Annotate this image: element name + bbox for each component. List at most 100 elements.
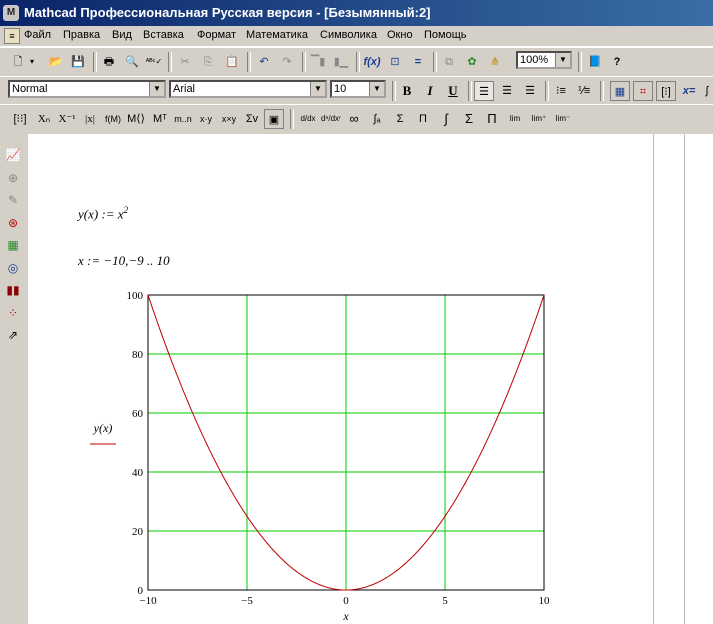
print-icon[interactable]: 🖶 — [99, 52, 119, 72]
bold-icon[interactable]: B — [397, 81, 417, 101]
right-limit-icon[interactable]: lim⁺ — [529, 109, 549, 129]
function-definition[interactable]: y(x) := x2 — [78, 205, 128, 222]
range-sum-icon[interactable]: Σ — [459, 109, 479, 129]
zoom-plot-icon[interactable]: ⊕ — [4, 169, 22, 187]
column-icon[interactable]: M⟨⟩ — [126, 109, 146, 129]
x-tick-label: 0 — [343, 595, 349, 607]
calculus-toolbar-icon[interactable]: ∫ — [701, 81, 713, 101]
range-product-icon[interactable]: Π — [482, 109, 502, 129]
chevron-down-icon[interactable]: ▼ — [149, 82, 164, 96]
menu-format[interactable]: Формат — [197, 29, 236, 41]
insert-unit-icon[interactable]: ⊡ — [385, 52, 405, 72]
new-document-icon[interactable]: 🗋 — [8, 52, 28, 72]
menu-symbolics[interactable]: Символика — [320, 29, 377, 41]
trace-plot-icon[interactable]: ✎ — [4, 191, 22, 209]
matrix-calculus-toolbar: [⁝⁝] Xₙ X⁻¹ |x| f(M) M⟨⟩ Mᵀ m..n x·y x×y… — [0, 104, 713, 136]
menu-help[interactable]: Помощь — [424, 29, 467, 41]
mathcad-app-icon[interactable]: M — [3, 5, 19, 21]
matrix-toolbar-icon[interactable]: [⁝] — [656, 81, 676, 101]
document-icon[interactable]: ≡ — [4, 28, 20, 44]
font-size-value: 10 — [334, 83, 347, 95]
range-icon[interactable]: m..n — [173, 109, 193, 129]
cut-icon[interactable]: ✂ — [175, 52, 195, 72]
infinity-icon[interactable]: ∞ — [344, 109, 364, 129]
chevron-down-icon[interactable]: ▼ — [369, 82, 384, 96]
vector-sum-icon[interactable]: Σv — [242, 109, 262, 129]
abs-icon[interactable]: |x| — [80, 109, 100, 129]
new-dropdown-icon[interactable]: ▾ — [27, 52, 37, 72]
derivative-icon[interactable]: d/dx — [298, 109, 318, 129]
indefinite-integral-icon[interactable]: ∫ — [436, 109, 456, 129]
x-tick-label: −10 — [139, 595, 157, 607]
left-limit-icon[interactable]: lim⁻ — [553, 109, 573, 129]
inverse-icon[interactable]: X⁻¹ — [57, 109, 77, 129]
resource-center-icon[interactable]: ✿ — [462, 52, 482, 72]
save-icon[interactable]: 💾 — [68, 52, 88, 72]
help-icon[interactable]: ? — [607, 52, 627, 72]
evaluation-toolbar-icon[interactable]: x= — [679, 81, 699, 101]
menu-view[interactable]: Вид — [112, 29, 132, 41]
summation-icon[interactable]: Σ — [390, 109, 410, 129]
subscript-icon[interactable]: Xₙ — [34, 109, 54, 129]
data-point — [305, 577, 307, 579]
menu-edit[interactable]: Правка — [63, 29, 100, 41]
limit-icon[interactable]: lim — [505, 109, 525, 129]
matrix-icon[interactable]: [⁝⁝] — [10, 109, 30, 129]
print-preview-icon[interactable]: 🔍 — [122, 52, 142, 72]
menu-window[interactable]: Окно — [387, 29, 413, 41]
worksheet[interactable]: y(x) := x2 x := −10,−9 .. 10 0 20 40 60 80 10… — [28, 134, 713, 624]
transpose-icon[interactable]: Mᵀ — [150, 109, 170, 129]
paste-icon[interactable]: 📋 — [222, 52, 242, 72]
font-size-select[interactable]: 10 ▼ — [330, 80, 386, 98]
copy-icon[interactable]: ⎘ — [198, 52, 218, 72]
menu-file[interactable]: Файл — [24, 29, 51, 41]
align-bottom-icon[interactable]: ▮▁ — [331, 52, 351, 72]
x-axis-label: x — [342, 609, 349, 623]
spellcheck-icon[interactable]: ᴬᴮᶜ✓ — [144, 52, 164, 72]
polar-plot-icon[interactable]: ⊛ — [4, 214, 22, 232]
chevron-down-icon[interactable]: ▼ — [555, 53, 570, 67]
picture-icon[interactable]: ▣ — [264, 109, 284, 129]
y-tick-label: 40 — [132, 467, 144, 479]
graph-toolbar-icon[interactable]: ⌗ — [633, 81, 653, 101]
calculate-icon[interactable]: = — [408, 52, 428, 72]
scatter-plot-icon[interactable]: ⁘ — [4, 304, 22, 322]
vector-field-icon[interactable]: ⇗ — [4, 326, 22, 344]
undo-icon[interactable]: ↶ — [254, 52, 274, 72]
align-left-icon[interactable]: ☰ — [474, 81, 494, 101]
calculator-toolbar-icon[interactable]: ▦ — [610, 81, 630, 101]
bar-plot-icon[interactable]: ▮▮ — [4, 281, 22, 299]
insert-component-icon[interactable]: ⧉ — [439, 52, 459, 72]
underline-icon[interactable]: U — [443, 81, 463, 101]
data-point — [325, 586, 327, 588]
italic-icon[interactable]: I — [420, 81, 440, 101]
zoom-select[interactable]: 100% ▼ — [516, 51, 572, 69]
nth-derivative-icon[interactable]: dⁿ/dxⁿ — [321, 109, 341, 129]
xy-plot-icon[interactable]: 📈 — [4, 146, 22, 164]
data-point — [345, 589, 347, 591]
chevron-down-icon[interactable]: ▼ — [310, 82, 325, 96]
product-icon[interactable]: Π — [413, 109, 433, 129]
tree-icon[interactable]: ⋔ — [485, 52, 505, 72]
open-icon[interactable]: 📂 — [46, 52, 66, 72]
surface-plot-icon[interactable]: ▦ — [4, 236, 22, 254]
align-center-icon[interactable]: ☰ — [497, 81, 517, 101]
numbered-list-icon[interactable]: ⅟≡ — [574, 81, 594, 101]
cross-product-icon[interactable]: x×y — [219, 109, 239, 129]
dot-product-icon[interactable]: x·y — [196, 109, 216, 129]
menu-insert[interactable]: Вставка — [143, 29, 184, 41]
contour-plot-icon[interactable]: ◎ — [4, 259, 22, 277]
align-top-icon[interactable]: ▔▮ — [308, 52, 328, 72]
menu-math[interactable]: Математика — [246, 29, 308, 41]
bullet-list-icon[interactable]: ⁝≡ — [551, 81, 571, 101]
redo-icon[interactable]: ↷ — [277, 52, 297, 72]
insert-function-icon[interactable]: f(x) — [362, 52, 382, 72]
definite-integral-icon[interactable]: ∫ₐ — [367, 109, 387, 129]
style-select[interactable]: Normal ▼ — [8, 80, 166, 98]
align-right-icon[interactable]: ☰ — [520, 81, 540, 101]
range-definition[interactable]: x := −10,−9 .. 10 — [78, 253, 170, 269]
vectorize-icon[interactable]: f(M) — [103, 109, 123, 129]
resource-book-icon[interactable]: 📘 — [585, 52, 605, 72]
xy-plot[interactable]: 020406080100−10 −5 0 5 10y(x)x — [28, 282, 588, 623]
font-select[interactable]: Arial ▼ — [169, 80, 327, 98]
